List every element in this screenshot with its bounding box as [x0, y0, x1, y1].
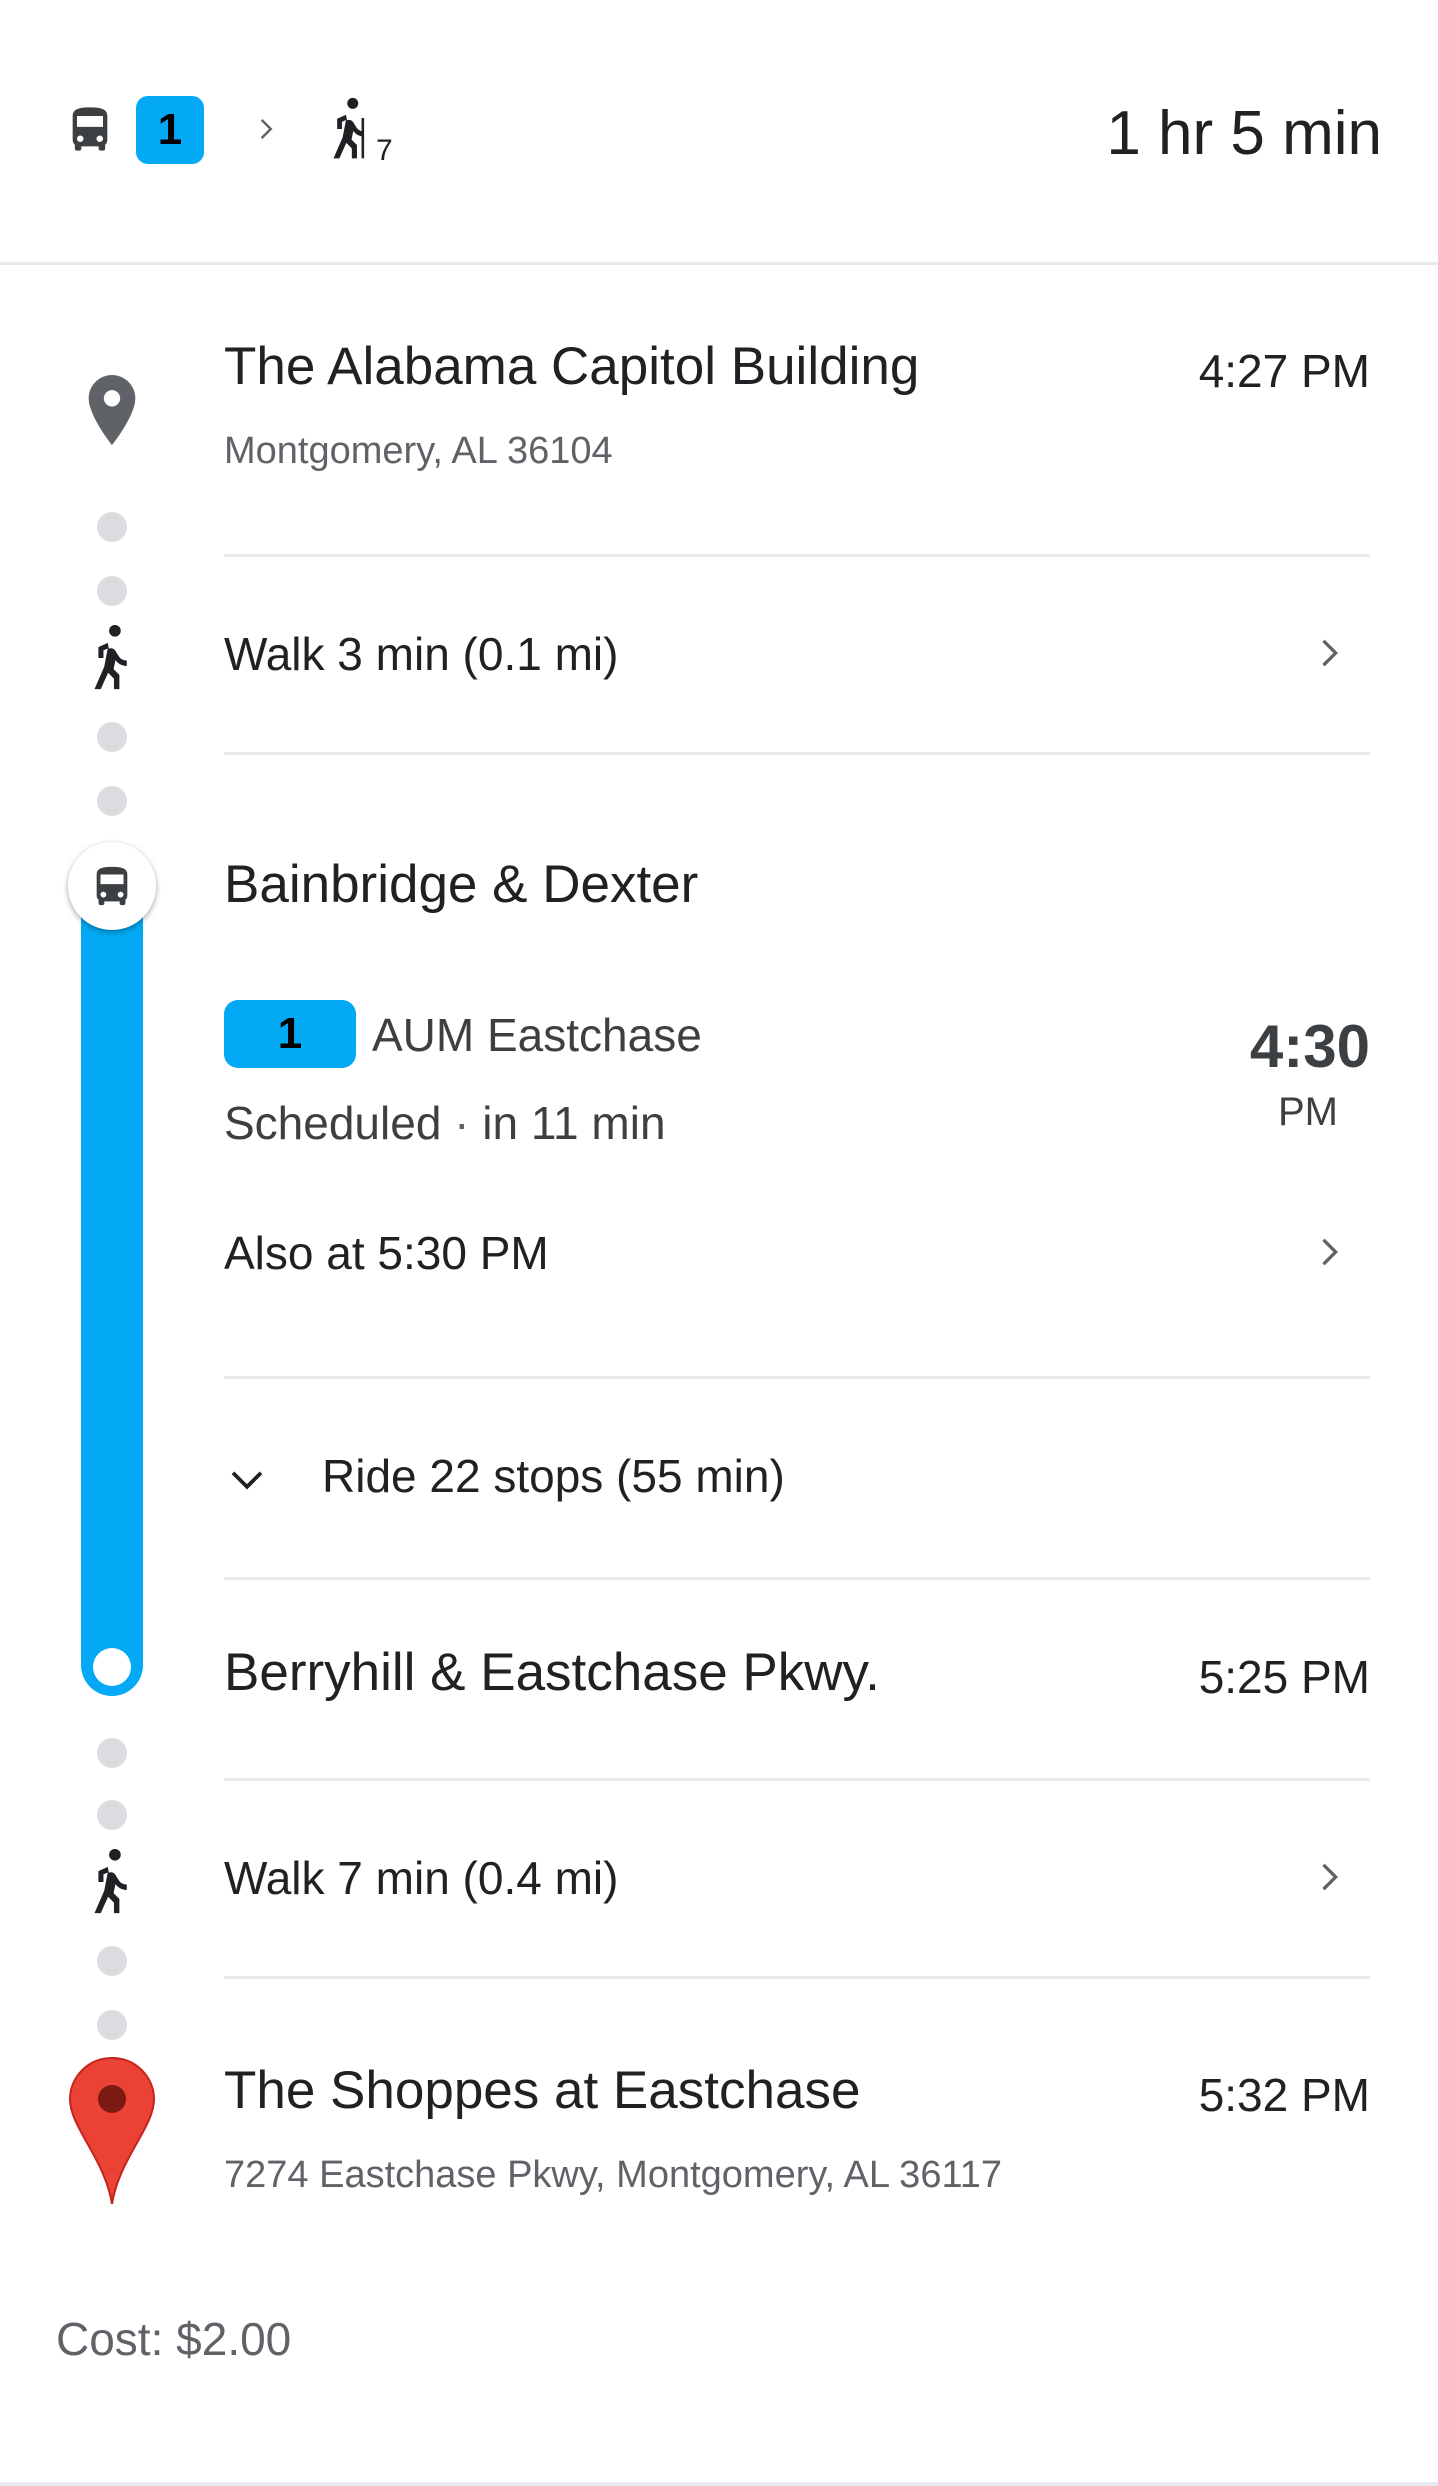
path-dot [97, 786, 127, 816]
chevron-right-icon[interactable] [1308, 1232, 1348, 1272]
destination-name: The Shoppes at Eastchase [224, 2061, 861, 2120]
total-duration: 1 hr 5 min [1106, 99, 1382, 168]
path-dot [97, 722, 127, 752]
ride-stops-row[interactable]: Ride 22 stops (55 min) [224, 1379, 1370, 1577]
location-pin-icon [84, 372, 140, 448]
destination-pin-icon [68, 2056, 156, 2206]
chevron-right-icon[interactable] [1308, 633, 1348, 673]
board-stop-marker [68, 842, 156, 930]
origin-name: The Alabama Capitol Building [224, 337, 920, 396]
divider [224, 1976, 1370, 1979]
schedule-status: Scheduled · in 11 min [224, 1096, 666, 1150]
bottom-divider [0, 2482, 1438, 2486]
path-dot [97, 1946, 127, 1976]
chevron-right-icon [250, 114, 280, 144]
path-dot [97, 512, 127, 542]
bus-icon [89, 861, 135, 911]
ride-stops-label: Ride 22 stops (55 min) [322, 1450, 785, 1502]
departure-ampm: PM [1278, 1090, 1338, 1134]
destination-row[interactable]: The Shoppes at Eastchase 5:32 PM 7274 Ea… [0, 2040, 1438, 2240]
path-dot [97, 1738, 127, 1768]
walk-icon [88, 623, 136, 693]
destination-address: 7274 Eastchase Pkwy, Montgomery, AL 3611… [224, 2154, 1003, 2196]
path-dot [97, 2010, 127, 2040]
status-text: Scheduled [224, 1097, 442, 1149]
origin-address: Montgomery, AL 36104 [224, 430, 613, 472]
headsign: AUM Eastchase [372, 1009, 702, 1061]
chevron-right-icon[interactable] [1308, 1857, 1348, 1897]
alight-stop-marker [93, 1648, 131, 1686]
cost-row: Cost: $2.00 [56, 2312, 291, 2366]
walk-step-row[interactable]: Walk 7 min (0.4 mi) [0, 1781, 1438, 1977]
walk-icon [328, 96, 372, 162]
cost-value: $2.00 [176, 2313, 292, 2365]
alight-stop-name: Berryhill & Eastchase Pkwy. [224, 1643, 880, 1702]
alight-time: 5:25 PM [1198, 1651, 1370, 1703]
bus-icon [64, 100, 116, 158]
destination-time: 5:32 PM [1198, 2069, 1370, 2121]
route-badge: 1 [136, 96, 204, 164]
origin-time: 4:27 PM [1198, 345, 1370, 397]
board-stop-name[interactable]: Bainbridge & Dexter [224, 854, 698, 915]
alight-row[interactable]: Berryhill & Eastchase Pkwy. 5:25 PM [224, 1580, 1370, 1780]
eta-text: in 11 min [482, 1097, 666, 1149]
separator-dot: · [441, 1097, 483, 1149]
transit-line [81, 880, 143, 1696]
departure-time: 4:30 [1249, 1013, 1370, 1080]
also-at-row[interactable]: Also at 5:30 PM [224, 1210, 1370, 1300]
walk-step-row[interactable]: Walk 3 min (0.1 mi) [0, 557, 1438, 753]
header-divider [0, 262, 1438, 265]
walk-minutes: 7 [376, 134, 393, 167]
origin-row[interactable]: The Alabama Capitol Building 4:27 PM Mon… [0, 300, 1438, 500]
also-at-label: Also at 5:30 PM [224, 1227, 549, 1279]
walk-step-label: Walk 7 min (0.4 mi) [224, 1852, 619, 1904]
route-badge: 1 [224, 1000, 356, 1068]
trip-summary-header[interactable]: 1 7 1 hr 5 min [0, 0, 1438, 262]
cost-label: Cost: [56, 2313, 164, 2365]
departure-card[interactable]: 1 AUM Eastchase Scheduled · in 11 min 4:… [224, 990, 1370, 1170]
chevron-down-icon[interactable] [224, 1455, 270, 1501]
divider [224, 752, 1370, 755]
walk-icon [88, 1847, 136, 1917]
walk-step-label: Walk 3 min (0.1 mi) [224, 628, 619, 680]
